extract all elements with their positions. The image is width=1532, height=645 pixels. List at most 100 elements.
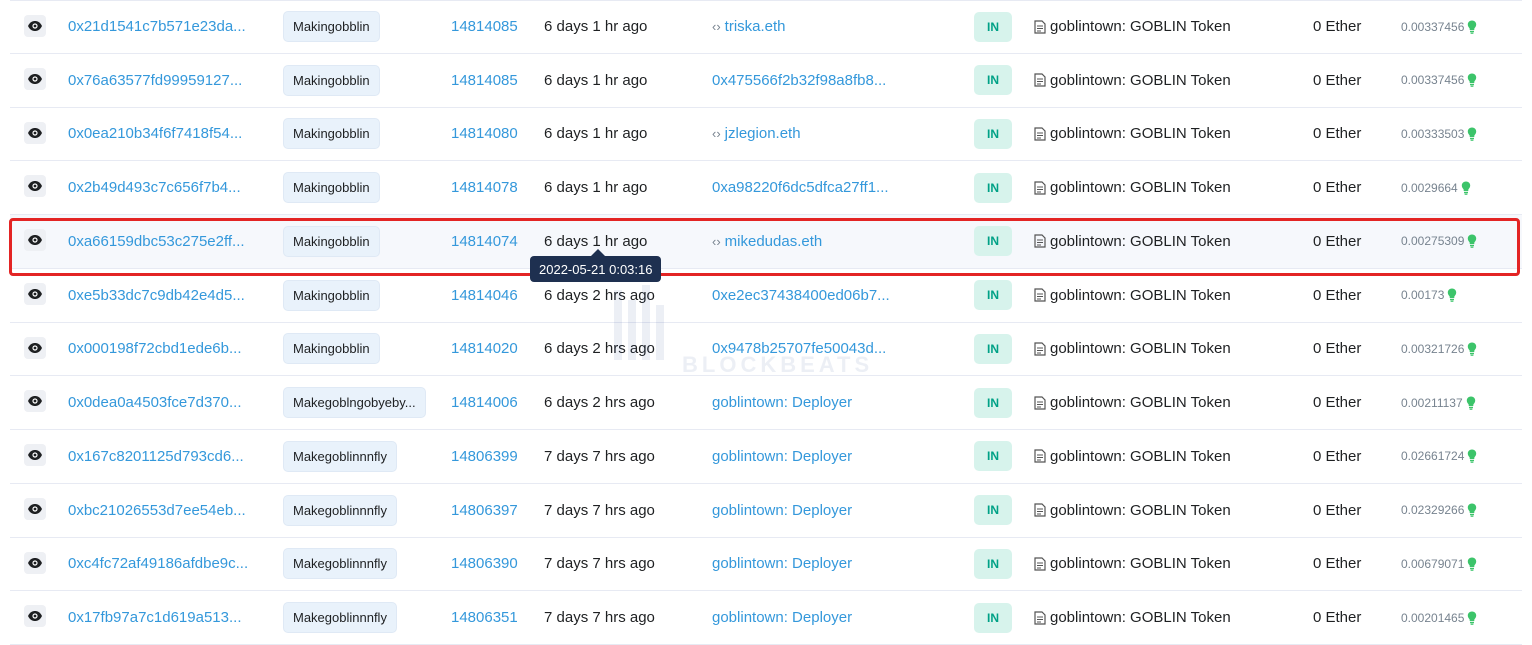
txn-hash-link[interactable]: 0xa66159dbc53c275e2ff... bbox=[68, 215, 245, 268]
block-link[interactable]: 14814020 bbox=[451, 323, 518, 376]
view-details-button[interactable] bbox=[24, 444, 46, 466]
view-details-button[interactable] bbox=[24, 551, 46, 574]
to-address-text[interactable]: goblintown: GOBLIN Token bbox=[1050, 502, 1231, 519]
age-text[interactable]: 6 days 1 hr ago bbox=[544, 54, 647, 107]
age-text[interactable]: 6 days 1 hr ago bbox=[544, 108, 647, 161]
age-text[interactable]: 6 days 2 hrs ago bbox=[544, 376, 655, 429]
fee-text: 0.0029664 bbox=[1401, 180, 1458, 195]
to-cell: goblintown: GOBLIN Token bbox=[1034, 108, 1231, 161]
txn-hash-link[interactable]: 0x21d1541c7b571e23da... bbox=[68, 1, 246, 53]
txn-hash-link[interactable]: 0xbc21026553d7ee54eb... bbox=[68, 484, 246, 537]
gas-bulb-icon[interactable] bbox=[1467, 20, 1477, 34]
to-address-text[interactable]: goblintown: GOBLIN Token bbox=[1050, 125, 1231, 142]
to-address-text[interactable]: goblintown: GOBLIN Token bbox=[1050, 233, 1231, 250]
block-link[interactable]: 14814078 bbox=[451, 161, 518, 214]
gas-bulb-icon[interactable] bbox=[1461, 181, 1471, 195]
block-link[interactable]: 14814074 bbox=[451, 215, 518, 268]
block-link[interactable]: 14814080 bbox=[451, 108, 518, 161]
method-badge: Makingobblin bbox=[283, 225, 380, 257]
contract-doc-icon bbox=[1034, 342, 1046, 356]
gas-bulb-icon[interactable] bbox=[1467, 557, 1477, 571]
block-link[interactable]: 14806351 bbox=[451, 591, 518, 644]
txn-hash-link[interactable]: 0x2b49d493c7c656f7b4... bbox=[68, 161, 241, 214]
from-address-link[interactable]: mikedudas.eth bbox=[725, 233, 823, 250]
method-cell: Makingobblin bbox=[283, 1, 380, 53]
gas-bulb-icon[interactable] bbox=[1467, 73, 1477, 87]
method-cell: Makingobblin bbox=[283, 161, 380, 214]
to-address-text[interactable]: goblintown: GOBLIN Token bbox=[1050, 18, 1231, 35]
table-row: 0x0ea210b34f6f7418f54... Makingobblin 1481… bbox=[10, 108, 1522, 162]
block-link[interactable]: 14806390 bbox=[451, 538, 518, 591]
to-address-text[interactable]: goblintown: GOBLIN Token bbox=[1050, 72, 1231, 89]
value-text: 0 Ether bbox=[1313, 18, 1362, 36]
gas-bulb-icon[interactable] bbox=[1467, 611, 1477, 625]
from-address-link[interactable]: 0x9478b25707fe50043d... bbox=[712, 340, 886, 357]
txn-hash-link[interactable]: 0x0dea0a4503fce7d370... bbox=[68, 376, 242, 429]
block-link[interactable]: 14806397 bbox=[451, 484, 518, 537]
direction-cell: IN bbox=[974, 108, 1012, 161]
from-address-link[interactable]: goblintown: Deployer bbox=[712, 609, 852, 626]
transactions-table: 0x21d1541c7b571e23da... Makingobblin 14814… bbox=[10, 0, 1522, 645]
txn-hash-link[interactable]: 0x167c8201125d793cd6... bbox=[68, 430, 244, 483]
age-text[interactable]: 7 days 7 hrs ago bbox=[544, 484, 655, 537]
txn-hash-link[interactable]: 0xe5b33dc7c9db42e4d5... bbox=[68, 269, 245, 322]
to-address-text[interactable]: goblintown: GOBLIN Token bbox=[1050, 555, 1231, 572]
age-text[interactable]: 6 days 1 hr ago bbox=[544, 1, 647, 53]
from-address-link[interactable]: 0xe2ec37438400ed06b7... bbox=[712, 287, 890, 304]
gas-bulb-icon[interactable] bbox=[1447, 288, 1457, 302]
block-link[interactable]: 14814006 bbox=[451, 376, 518, 429]
age-text[interactable]: 7 days 7 hrs ago bbox=[544, 430, 655, 483]
to-address-text[interactable]: goblintown: GOBLIN Token bbox=[1050, 448, 1231, 465]
direction-cell: IN bbox=[974, 323, 1012, 376]
view-details-button[interactable] bbox=[24, 229, 46, 251]
to-address-text[interactable]: goblintown: GOBLIN Token bbox=[1050, 287, 1231, 304]
txn-hash-link[interactable]: 0x17fb97a7c1d619a513... bbox=[68, 591, 242, 644]
fee-text: 0.00333503 bbox=[1401, 126, 1465, 141]
from-address-link[interactable]: 0xa98220f6dc5dfca27ff1... bbox=[712, 179, 889, 196]
direction-badge: IN bbox=[974, 441, 1012, 472]
view-details-button[interactable] bbox=[24, 282, 46, 305]
txn-hash-link[interactable]: 0x76a63577fd99959127... bbox=[68, 54, 242, 107]
age-text[interactable]: 7 days 7 hrs ago bbox=[544, 538, 655, 591]
from-address-link[interactable]: goblintown: Deployer bbox=[712, 555, 852, 572]
method-cell: Makingobblin bbox=[283, 215, 380, 268]
fee-text: 0.00275309 bbox=[1401, 234, 1465, 249]
view-details-button[interactable] bbox=[24, 175, 46, 198]
view-details-button[interactable] bbox=[24, 336, 46, 359]
value-text: 0 Ether bbox=[1313, 340, 1362, 358]
gas-bulb-icon[interactable] bbox=[1467, 127, 1477, 141]
eye-icon bbox=[27, 71, 43, 87]
gas-bulb-icon[interactable] bbox=[1467, 503, 1477, 517]
block-link[interactable]: 14814046 bbox=[451, 269, 518, 322]
from-address-link[interactable]: triska.eth bbox=[725, 18, 786, 35]
gas-bulb-icon[interactable] bbox=[1466, 396, 1476, 410]
gas-bulb-icon[interactable] bbox=[1467, 449, 1477, 464]
age-text[interactable]: 7 days 7 hrs ago bbox=[544, 591, 655, 644]
txn-hash-link[interactable]: 0xc4fc72af49186afdbe9c... bbox=[68, 538, 248, 591]
view-details-button[interactable] bbox=[24, 390, 46, 413]
view-details-button[interactable] bbox=[24, 605, 46, 628]
to-address-text[interactable]: goblintown: GOBLIN Token bbox=[1050, 179, 1231, 196]
from-address-link[interactable]: 0x475566f2b32f98a8fb8... bbox=[712, 72, 886, 89]
from-address-link[interactable]: goblintown: Deployer bbox=[712, 394, 852, 411]
view-details-button[interactable] bbox=[24, 121, 46, 144]
from-address-link[interactable]: jzlegion.eth bbox=[725, 125, 801, 142]
from-address-link[interactable]: goblintown: Deployer bbox=[712, 448, 852, 465]
from-address-link[interactable]: goblintown: Deployer bbox=[712, 502, 852, 519]
view-details-button[interactable] bbox=[24, 497, 46, 520]
to-address-text[interactable]: goblintown: GOBLIN Token bbox=[1050, 394, 1231, 411]
age-text[interactable]: 6 days 2 hrs ago bbox=[544, 323, 655, 376]
gas-bulb-icon[interactable] bbox=[1467, 234, 1477, 249]
table-row: 0xe5b33dc7c9db42e4d5... Makingobblin 14814… bbox=[10, 269, 1522, 323]
to-address-text[interactable]: goblintown: GOBLIN Token bbox=[1050, 609, 1231, 626]
block-link[interactable]: 14814085 bbox=[451, 54, 518, 107]
txn-hash-link[interactable]: 0x000198f72cbd1ede6b... bbox=[68, 323, 242, 376]
age-text[interactable]: 6 days 1 hr ago bbox=[544, 161, 647, 214]
gas-bulb-icon[interactable] bbox=[1467, 342, 1477, 356]
to-address-text[interactable]: goblintown: GOBLIN Token bbox=[1050, 340, 1231, 357]
block-link[interactable]: 14806399 bbox=[451, 430, 518, 483]
block-link[interactable]: 14814085 bbox=[451, 1, 518, 53]
view-details-button[interactable] bbox=[24, 15, 46, 37]
view-details-button[interactable] bbox=[24, 67, 46, 90]
txn-hash-link[interactable]: 0x0ea210b34f6f7418f54... bbox=[68, 108, 242, 161]
